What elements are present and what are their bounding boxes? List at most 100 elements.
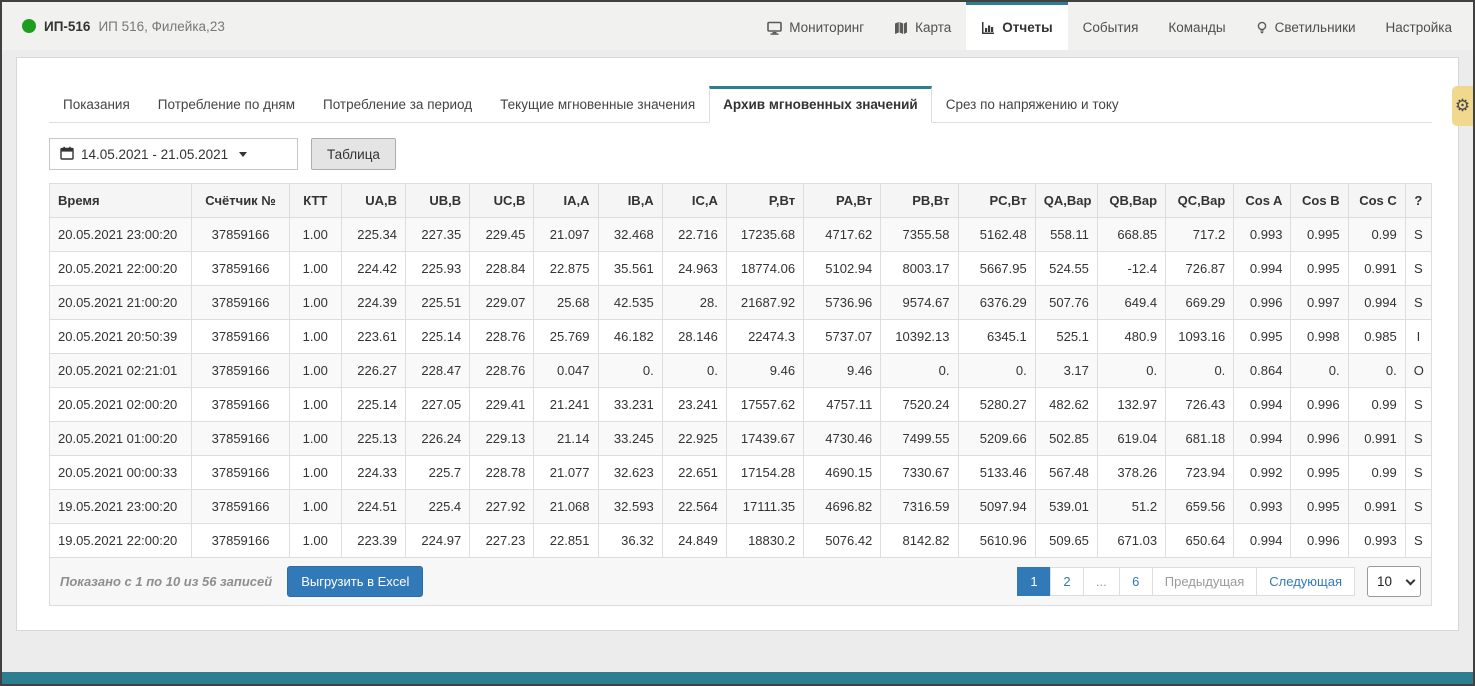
page-button-1[interactable]: 1 xyxy=(1017,567,1051,596)
table-cell: 1.00 xyxy=(289,490,341,524)
header-row: ВремяСчётчик №КТТUA,ВUB,ВUC,ВIA,АIB,АIC,… xyxy=(50,184,1432,218)
page-button-6[interactable]: 6 xyxy=(1119,567,1153,596)
table-cell: 0.996 xyxy=(1291,524,1348,558)
device-name: ИП-516 xyxy=(44,19,90,34)
table-cell: 224.39 xyxy=(341,286,405,320)
previous-page-button[interactable]: Предыдущая xyxy=(1152,567,1258,596)
table-cell: 10392.13 xyxy=(881,320,958,354)
table-cell: 668.85 xyxy=(1097,218,1165,252)
map-icon xyxy=(894,21,908,35)
table-cell: 20.05.2021 00:00:33 xyxy=(50,456,192,490)
table-cell: 0. xyxy=(1166,354,1234,388)
nav-item-reports[interactable]: Отчеты xyxy=(966,2,1067,50)
table-cell: 32.623 xyxy=(598,456,662,490)
page-button-2[interactable]: 2 xyxy=(1050,567,1084,596)
calendar-icon xyxy=(60,146,74,163)
table-cell: 17439.67 xyxy=(726,422,803,456)
table-cell: 225.93 xyxy=(406,252,470,286)
table-cell: 1.00 xyxy=(289,422,341,456)
nav-item-settings[interactable]: Настройка xyxy=(1371,2,1467,50)
table-cell: S xyxy=(1405,388,1431,422)
table-cell: 37859166 xyxy=(192,422,289,456)
date-range-picker[interactable]: 14.05.2021 - 21.05.2021 xyxy=(49,138,298,170)
table-cell: 723.94 xyxy=(1166,456,1234,490)
table-cell: 228.76 xyxy=(470,354,534,388)
column-header: IA,А xyxy=(534,184,598,218)
table-cell: 0.99 xyxy=(1348,388,1405,422)
table-cell: 22.564 xyxy=(662,490,726,524)
table-cell: 5667.95 xyxy=(958,252,1035,286)
tab-readings[interactable]: Показания xyxy=(49,86,144,123)
column-header: Cos B xyxy=(1291,184,1348,218)
table-cell: 0.993 xyxy=(1234,218,1291,252)
tab-voltage-current-slice[interactable]: Срез по напряжению и току xyxy=(932,86,1133,123)
table-cell: 228.84 xyxy=(470,252,534,286)
export-excel-button[interactable]: Выгрузить в Excel xyxy=(287,566,423,597)
table-cell: 17154.28 xyxy=(726,456,803,490)
table-cell: 717.2 xyxy=(1166,218,1234,252)
table-cell: 32.468 xyxy=(598,218,662,252)
nav-item-events[interactable]: События xyxy=(1068,2,1154,50)
table-cell: 525.1 xyxy=(1035,320,1097,354)
table-cell: 1.00 xyxy=(289,286,341,320)
next-page-button[interactable]: Следующая xyxy=(1256,567,1355,596)
table-cell: 480.9 xyxy=(1097,320,1165,354)
table-cell: 6376.29 xyxy=(958,286,1035,320)
table-cell: 0.996 xyxy=(1291,388,1348,422)
page-size-select[interactable]: 10 xyxy=(1367,566,1421,597)
nav-item-luminaires[interactable]: Светильники xyxy=(1241,2,1371,50)
table-cell: 132.97 xyxy=(1097,388,1165,422)
table-cell: -12.4 xyxy=(1097,252,1165,286)
tab-current-instant-values[interactable]: Текущие мгновенные значения xyxy=(486,86,709,123)
table-cell: 20.05.2021 02:00:20 xyxy=(50,388,192,422)
table-cell: S xyxy=(1405,252,1431,286)
table-cell: 5209.66 xyxy=(958,422,1035,456)
tab-consumption-for-period[interactable]: Потребление за период xyxy=(309,86,486,123)
table-cell: 37859166 xyxy=(192,320,289,354)
column-header: Счётчик № xyxy=(192,184,289,218)
table-cell: 524.55 xyxy=(1035,252,1097,286)
nav-label: Мониторинг xyxy=(789,20,864,35)
nav-label: Светильники xyxy=(1275,20,1356,35)
table-cell: 0. xyxy=(662,354,726,388)
table-cell: 5610.96 xyxy=(958,524,1035,558)
table-cell: 229.41 xyxy=(470,388,534,422)
table-cell: 5280.27 xyxy=(958,388,1035,422)
table-cell: 225.34 xyxy=(341,218,405,252)
table-cell: 681.18 xyxy=(1166,422,1234,456)
tab-instant-values-archive[interactable]: Архив мгновенных значений xyxy=(709,86,932,123)
table-cell: 17111.35 xyxy=(726,490,803,524)
report-settings-flyout-button[interactable]: ⚙ xyxy=(1452,86,1473,126)
table-cell: 1.00 xyxy=(289,320,341,354)
table-cell: 225.14 xyxy=(341,388,405,422)
tab-consumption-by-day[interactable]: Потребление по дням xyxy=(144,86,309,123)
nav-item-commands[interactable]: Команды xyxy=(1153,2,1240,50)
table-cell: 0.994 xyxy=(1234,252,1291,286)
table-cell: 5097.94 xyxy=(958,490,1035,524)
table-cell: 229.45 xyxy=(470,218,534,252)
table-body: 20.05.2021 23:00:20378591661.00225.34227… xyxy=(50,218,1432,558)
table-cell: 539.01 xyxy=(1035,490,1097,524)
table-cell: 37859166 xyxy=(192,456,289,490)
table-row: 20.05.2021 20:50:39378591661.00223.61225… xyxy=(50,320,1432,354)
table-view-button[interactable]: Таблица xyxy=(311,138,396,170)
table-cell: 227.05 xyxy=(406,388,470,422)
table-cell: S xyxy=(1405,286,1431,320)
column-header: QC,Вар xyxy=(1166,184,1234,218)
table-cell: 378.26 xyxy=(1097,456,1165,490)
table-cell: S xyxy=(1405,490,1431,524)
table-cell: 5102.94 xyxy=(804,252,881,286)
table-cell: 0. xyxy=(1291,354,1348,388)
table-cell: 0.047 xyxy=(534,354,598,388)
table-cell: 0.995 xyxy=(1291,490,1348,524)
table-cell: 5162.48 xyxy=(958,218,1035,252)
table-cell: 507.76 xyxy=(1035,286,1097,320)
nav-item-monitoring[interactable]: Мониторинг xyxy=(752,2,879,50)
table-cell: 25.68 xyxy=(534,286,598,320)
table-cell: 1.00 xyxy=(289,456,341,490)
table-cell: 224.33 xyxy=(341,456,405,490)
table-cell: 4696.82 xyxy=(804,490,881,524)
nav-item-map[interactable]: Карта xyxy=(879,2,966,50)
report-tabs: Показания Потребление по дням Потреблени… xyxy=(49,86,1432,123)
table-cell: 7499.55 xyxy=(881,422,958,456)
